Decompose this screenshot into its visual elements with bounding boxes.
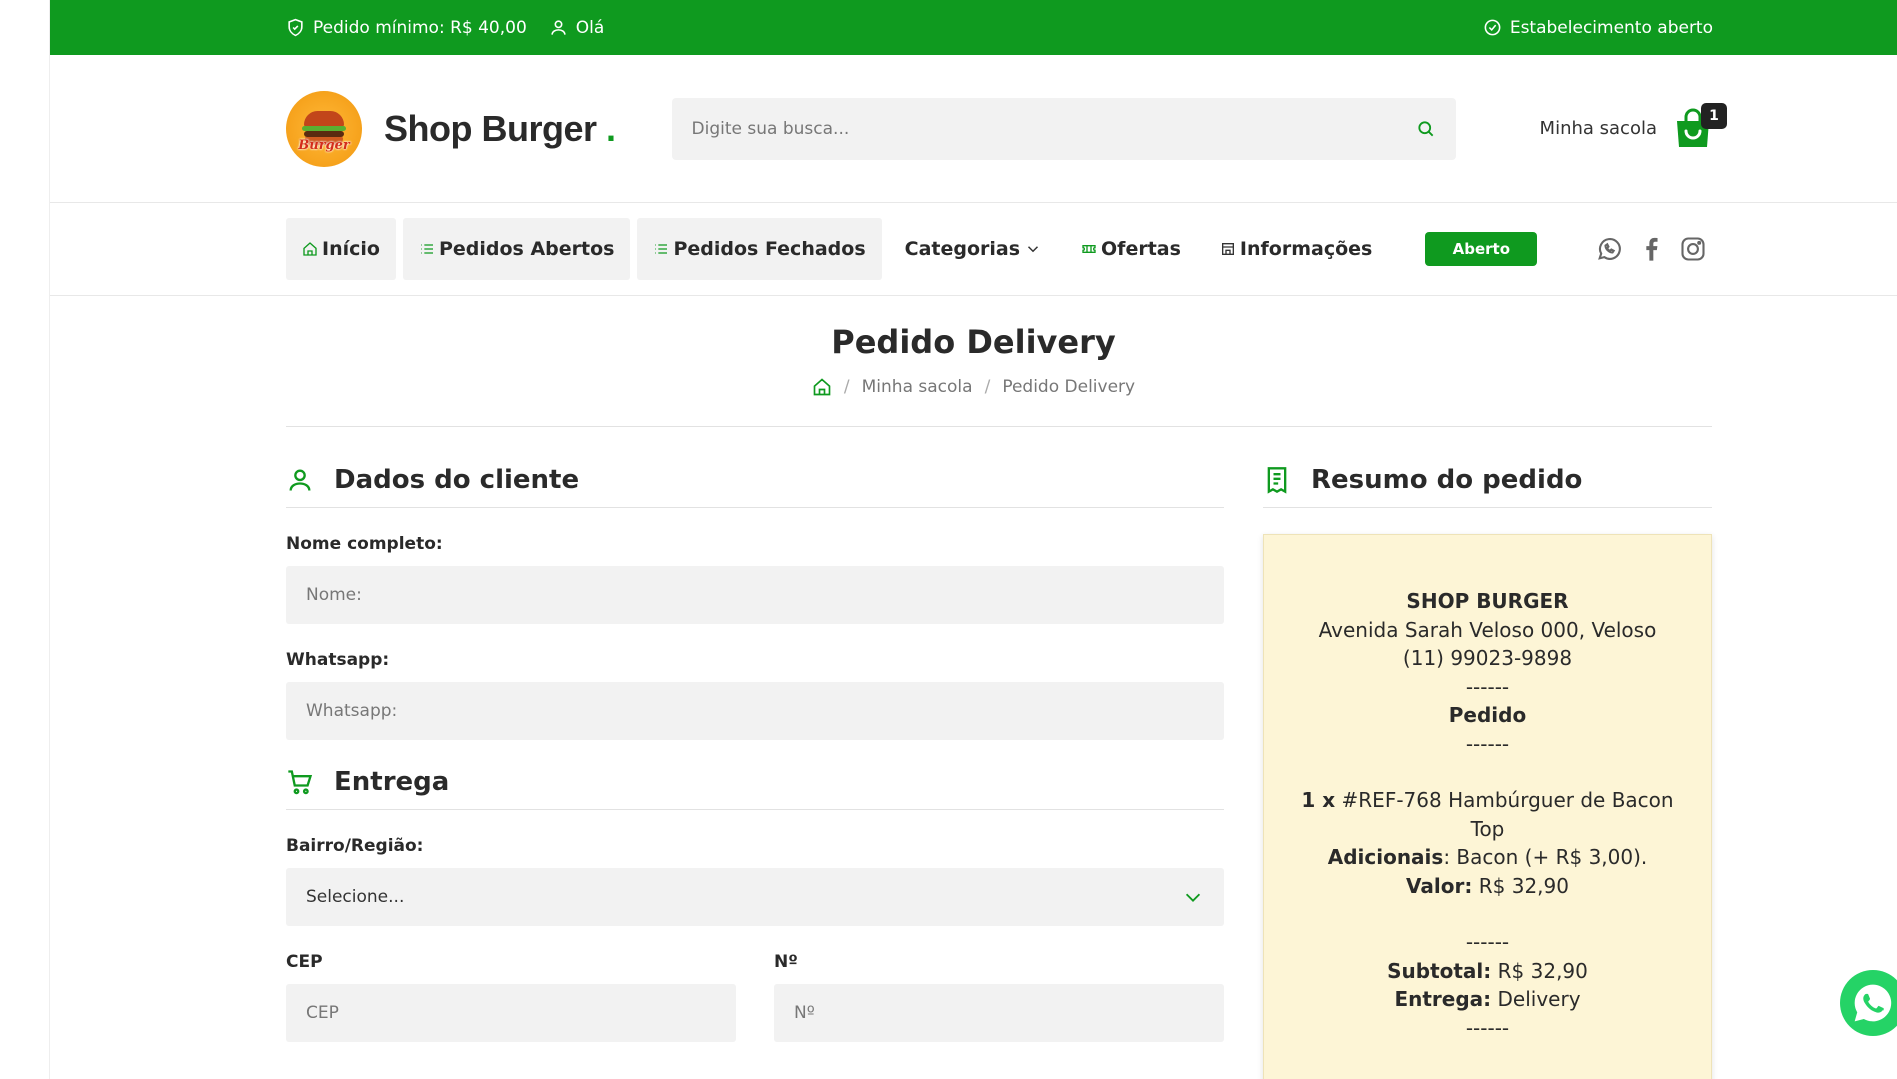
delivery-section-heading: Entrega <box>286 754 1224 810</box>
shopping-bag[interactable]: Minha sacola 1 <box>1539 102 1727 151</box>
receipt-delivery: Entrega: Delivery <box>1394 987 1581 1011</box>
search-icon[interactable] <box>1416 119 1436 139</box>
nav-ofertas-label: Ofertas <box>1101 238 1181 260</box>
header: Burger Shop Burger . Minha sacola 1 <box>50 55 1897 203</box>
address-row: CEP CEP Nº Nº <box>286 926 1224 1042</box>
number-label: Nº <box>774 952 798 972</box>
name-label: Nome completo: <box>286 534 443 554</box>
nav-pedidos-fechados[interactable]: Pedidos Fechados <box>637 218 882 280</box>
number-field[interactable]: Nº <box>774 984 1224 1042</box>
nav-pedidos-abertos[interactable]: Pedidos Abertos <box>402 218 631 280</box>
receipt-phone: (11) 99023-9898 <box>1402 646 1573 670</box>
top-bar-right: Estabelecimento aberto <box>1483 18 1713 38</box>
nav-pedidos-fechados-label: Pedidos Fechados <box>673 238 866 260</box>
cep-field[interactable]: CEP <box>286 984 736 1042</box>
customer-heading-text: Dados do cliente <box>334 464 580 495</box>
greeting[interactable]: Olá <box>549 17 605 38</box>
greeting-text: Olá <box>575 17 605 38</box>
receipt-item: 1 x #REF-768 Hambúrguer de Bacon Top <box>1301 788 1674 841</box>
breadcrumb: / Minha sacola / Pedido Delivery <box>50 377 1897 397</box>
user-icon <box>289 469 311 491</box>
logo-text: Burger <box>298 137 350 153</box>
min-order: Pedido mínimo: R$ 40,00 <box>286 18 527 38</box>
whatsapp-icon <box>1854 984 1892 1022</box>
user-icon <box>551 20 566 35</box>
nav-informacoes[interactable]: Informações <box>1204 218 1388 280</box>
receipt-order-label: Pedido <box>1448 703 1527 727</box>
nav-informacoes-label: Informações <box>1239 238 1373 260</box>
chevron-down-icon <box>1028 246 1039 253</box>
cep-label: CEP <box>286 952 323 972</box>
nav-pedidos-abertos-label: Pedidos Abertos <box>438 238 615 260</box>
facebook-icon[interactable] <box>1637 235 1665 263</box>
whatsapp-icon[interactable] <box>1595 235 1623 263</box>
instagram-icon[interactable] <box>1679 235 1707 263</box>
top-bar: Pedido mínimo: R$ 40,00 Olá Estabelecime… <box>50 0 1897 55</box>
list-icon <box>420 244 433 254</box>
receipt-separator: ------ <box>1465 930 1510 954</box>
main-nav: Início Pedidos Abertos Pedidos Fechados … <box>50 203 1897 296</box>
order-summary: Resumo do pedido SHOP BURGER Avenida Sar… <box>1263 452 1712 1079</box>
ticket-icon <box>1082 245 1096 253</box>
min-order-text: Pedido mínimo: R$ 40,00 <box>313 17 527 38</box>
store-icon <box>1221 243 1234 255</box>
receipt-address: Avenida Sarah Veloso 000, Veloso <box>1318 617 1657 642</box>
breadcrumb-minha-sacola[interactable]: Minha sacola <box>862 377 973 397</box>
receipt-subtotal: Subtotal: R$ 32,90 <box>1387 958 1588 983</box>
search-bar <box>671 97 1456 160</box>
store-status-text: Estabelecimento aberto <box>1509 17 1713 38</box>
search-input[interactable] <box>691 118 1372 139</box>
summary-section-heading: Resumo do pedido <box>1263 452 1712 508</box>
bag-count-badge: 1 <box>1701 102 1727 129</box>
customer-form: Dados do cliente Nome completo: Nome: Wh… <box>286 452 1224 1042</box>
region-select-value: Selecione... <box>306 887 405 907</box>
page: Pedido mínimo: R$ 40,00 Olá Estabelecime… <box>49 0 1897 1079</box>
store-status: Estabelecimento aberto <box>1483 18 1713 38</box>
receipt-separator: ------ <box>1465 674 1510 699</box>
chevron-down-icon <box>1185 893 1201 902</box>
open-status-button[interactable]: Aberto <box>1425 232 1538 266</box>
customer-section-heading: Dados do cliente <box>286 452 1224 508</box>
receipt-shop-name: SHOP BURGER <box>1406 589 1569 613</box>
whatsapp-field[interactable]: Whatsapp: <box>286 682 1224 740</box>
content-divider <box>286 426 1712 427</box>
bag-icon-wrap: 1 <box>1673 102 1727 151</box>
nav-inicio-label: Início <box>322 238 380 260</box>
logo[interactable]: Burger <box>286 90 362 167</box>
nav-ofertas[interactable]: Ofertas <box>1065 218 1197 280</box>
receipt-icon <box>1267 466 1287 494</box>
brand-name[interactable]: Shop Burger . <box>384 108 616 150</box>
receipt-value: Valor: R$ 32,90 <box>1406 873 1569 898</box>
nav-inicio[interactable]: Início <box>286 218 396 280</box>
home-icon[interactable] <box>812 377 832 397</box>
top-bar-left: Pedido mínimo: R$ 40,00 Olá <box>286 18 604 38</box>
region-select[interactable]: Selecione... <box>286 868 1224 926</box>
order-receipt: SHOP BURGER Avenida Sarah Veloso 000, Ve… <box>1263 534 1712 1079</box>
page-title: Pedido Delivery <box>831 323 1116 361</box>
name-field[interactable]: Nome: <box>286 566 1224 624</box>
receipt-separator: ------ <box>1465 731 1510 756</box>
summary-heading-text: Resumo do pedido <box>1311 464 1583 495</box>
shield-icon <box>288 18 303 37</box>
whatsapp-label: Whatsapp: <box>286 650 390 670</box>
home-icon <box>303 242 317 256</box>
whatsapp-float-button[interactable] <box>1840 970 1897 1036</box>
receipt-addons: Adicionais: Bacon (+ R$ 3,00). <box>1327 845 1648 869</box>
nav-categorias-label: Categorias <box>904 238 1021 260</box>
check-circle-icon <box>1484 19 1501 36</box>
nav-categorias[interactable]: Categorias <box>889 218 1058 280</box>
list-icon <box>655 244 668 254</box>
cart-icon <box>288 769 313 794</box>
region-label: Bairro/Região: <box>286 836 424 856</box>
breadcrumb-separator: / <box>984 377 991 397</box>
receipt-separator: ------ <box>1465 1015 1510 1040</box>
breadcrumb-separator: / <box>843 377 850 397</box>
social-links <box>1595 235 1707 263</box>
delivery-heading-text: Entrega <box>334 766 450 797</box>
breadcrumb-current: Pedido Delivery <box>1002 377 1136 397</box>
bag-label: Minha sacola <box>1539 118 1657 139</box>
